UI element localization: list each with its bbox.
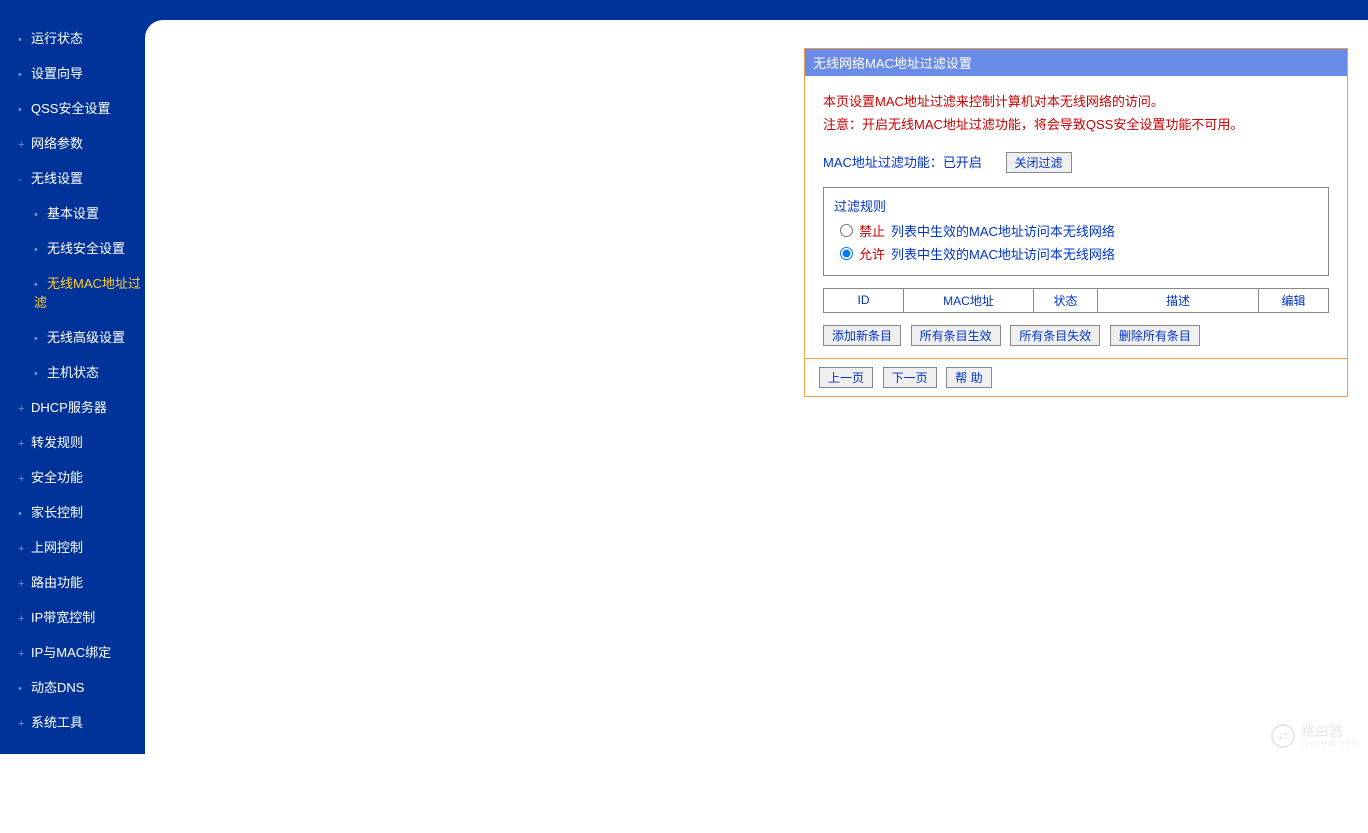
add-entry-button[interactable]: 添加新条目 <box>823 325 901 346</box>
delete-all-button[interactable]: 删除所有条目 <box>1110 325 1200 346</box>
panel-warning: 注意：开启无线MAC地址过滤功能，将会导致QSS安全设置功能不可用。 <box>823 115 1329 136</box>
sidebar-item-6[interactable]: 无线安全设置 <box>0 230 145 265</box>
rule-deny-text: 列表中生效的MAC地址访问本无线网络 <box>891 221 1115 240</box>
rule-allow-text: 列表中生效的MAC地址访问本无线网络 <box>891 244 1115 263</box>
sidebar-item-13[interactable]: 家长控制 <box>0 494 145 529</box>
watermark-text: 路由器 <box>1301 724 1360 738</box>
sidebar-item-5[interactable]: 基本设置 <box>0 195 145 230</box>
sidebar-edge <box>145 20 165 754</box>
sidebar-item-15[interactable]: 路由功能 <box>0 564 145 599</box>
sidebar-item-label[interactable]: DHCP服务器 <box>31 400 107 415</box>
next-page-button[interactable]: 下一页 <box>883 367 937 388</box>
watermark-sub: luyouqi.com <box>1301 738 1360 748</box>
pagination-row: 上一页 下一页 帮 助 <box>805 358 1347 396</box>
th-mac: MAC地址 <box>904 288 1034 312</box>
sidebar-item-9[interactable]: 主机状态 <box>0 354 145 389</box>
status-label: MAC地址过滤功能： <box>823 155 943 170</box>
sidebar-item-0[interactable]: 运行状态 <box>0 20 145 55</box>
sidebar-item-label[interactable]: 运行状态 <box>31 31 83 46</box>
sidebar-item-label[interactable]: 安全功能 <box>31 470 83 485</box>
filter-rules-box: 过滤规则 禁止 列表中生效的MAC地址访问本无线网络 允许 列表中生效的MAC地… <box>823 187 1329 276</box>
mac-filter-panel: 无线网络MAC地址过滤设置 本页设置MAC地址过滤来控制计算机对本无线网络的访问… <box>804 48 1348 397</box>
toggle-filter-button[interactable]: 关闭过滤 <box>1006 152 1072 173</box>
top-bar <box>0 0 1368 20</box>
panel-body: 本页设置MAC地址过滤来控制计算机对本无线网络的访问。 注意：开启无线MAC地址… <box>805 76 1347 358</box>
sidebar-item-label[interactable]: 设置向导 <box>31 66 83 81</box>
sidebar-item-1[interactable]: 设置向导 <box>0 55 145 90</box>
th-state: 状态 <box>1034 288 1098 312</box>
sidebar-item-7[interactable]: 无线MAC地址过滤 <box>0 265 145 319</box>
sidebar-item-2[interactable]: QSS安全设置 <box>0 90 145 125</box>
sidebar-item-19[interactable]: 系统工具 <box>0 704 145 739</box>
sidebar-item-4[interactable]: 无线设置 <box>0 160 145 195</box>
rule-title: 过滤规则 <box>834 196 1318 215</box>
panel-description: 本页设置MAC地址过滤来控制计算机对本无线网络的访问。 <box>823 92 1329 113</box>
disable-all-button[interactable]: 所有条目失效 <box>1010 325 1100 346</box>
sidebar-item-label[interactable]: 无线高级设置 <box>47 330 125 345</box>
sidebar-item-label[interactable]: IP与MAC绑定 <box>31 645 111 660</box>
sidebar-item-label[interactable]: 动态DNS <box>31 680 84 695</box>
sidebar-item-label[interactable]: IP带宽控制 <box>31 610 95 625</box>
more-line1: 更多TP-LINK产品， <box>18 757 107 793</box>
sidebar-item-8[interactable]: 无线高级设置 <box>0 319 145 354</box>
sidebar: 运行状态设置向导 QSS安全设置网络参数无线设置基本设置无线安全设置无线MAC地址… <box>0 20 145 754</box>
table-header-row: ID MAC地址 状态 描述 编辑 <box>824 288 1329 312</box>
app-container: 运行状态设置向导 QSS安全设置网络参数无线设置基本设置无线安全设置无线MAC地址… <box>0 20 1368 754</box>
sidebar-item-label[interactable]: 上网控制 <box>31 540 83 555</box>
filter-status-row: MAC地址过滤功能：已开启 关闭过滤 <box>823 152 1329 173</box>
panel-title: 无线网络MAC地址过滤设置 <box>805 49 1347 76</box>
sidebar-item-12[interactable]: 安全功能 <box>0 459 145 494</box>
more-line2: 请点击查看 >> <box>18 799 102 814</box>
sidebar-item-label[interactable]: 无线MAC地址过滤 <box>34 276 141 310</box>
sidebar-item-label[interactable]: 网络参数 <box>31 136 83 151</box>
sidebar-item-14[interactable]: 上网控制 <box>0 529 145 564</box>
watermark-icon: ⇄ <box>1271 724 1295 748</box>
watermark: ⇄ 路由器 luyouqi.com <box>1271 724 1360 748</box>
prev-page-button[interactable]: 上一页 <box>819 367 873 388</box>
th-id: ID <box>824 288 904 312</box>
rule-deny-row[interactable]: 禁止 列表中生效的MAC地址访问本无线网络 <box>840 221 1318 240</box>
th-edit: 编辑 <box>1259 288 1329 312</box>
sidebar-item-10[interactable]: DHCP服务器 <box>0 389 145 424</box>
sidebar-menu: 运行状态设置向导 QSS安全设置网络参数无线设置基本设置无线安全设置无线MAC地址… <box>0 20 145 739</box>
help-button[interactable]: 帮 助 <box>946 367 991 388</box>
th-desc: 描述 <box>1098 288 1259 312</box>
rule-allow-row[interactable]: 允许 列表中生效的MAC地址访问本无线网络 <box>840 244 1318 263</box>
action-row: 添加新条目 所有条目生效 所有条目失效 删除所有条目 <box>823 325 1329 346</box>
sidebar-item-17[interactable]: IP与MAC绑定 <box>0 634 145 669</box>
sidebar-item-16[interactable]: IP带宽控制 <box>0 599 145 634</box>
sidebar-item-label[interactable]: 家长控制 <box>31 505 83 520</box>
rule-deny-radio[interactable] <box>840 224 853 237</box>
sidebar-item-label[interactable]: 系统工具 <box>31 715 83 730</box>
sidebar-item-label[interactable]: 转发规则 <box>31 435 83 450</box>
sidebar-item-label[interactable]: 路由功能 <box>31 575 83 590</box>
sidebar-item-3[interactable]: 网络参数 <box>0 125 145 160</box>
rule-deny-tag: 禁止 <box>859 221 885 240</box>
sidebar-item-label[interactable]: 主机状态 <box>47 365 99 380</box>
enable-all-button[interactable]: 所有条目生效 <box>911 325 1001 346</box>
sidebar-item-label[interactable]: 基本设置 <box>47 206 99 221</box>
sidebar-item-label[interactable]: 无线设置 <box>31 171 83 186</box>
main-content: 无线网络MAC地址过滤设置 本页设置MAC地址过滤来控制计算机对本无线网络的访问… <box>165 20 1368 754</box>
sidebar-more-link[interactable]: 更多TP-LINK产品， 请点击查看 >> <box>0 739 145 833</box>
rule-allow-tag: 允许 <box>859 244 885 263</box>
rule-allow-radio[interactable] <box>840 247 853 260</box>
sidebar-item-label[interactable]: QSS安全设置 <box>31 101 110 116</box>
mac-filter-table: ID MAC地址 状态 描述 编辑 <box>823 288 1329 313</box>
sidebar-item-18[interactable]: 动态DNS <box>0 669 145 704</box>
sidebar-item-label[interactable]: 无线安全设置 <box>47 241 125 256</box>
sidebar-item-11[interactable]: 转发规则 <box>0 424 145 459</box>
status-value: 已开启 <box>943 155 982 170</box>
